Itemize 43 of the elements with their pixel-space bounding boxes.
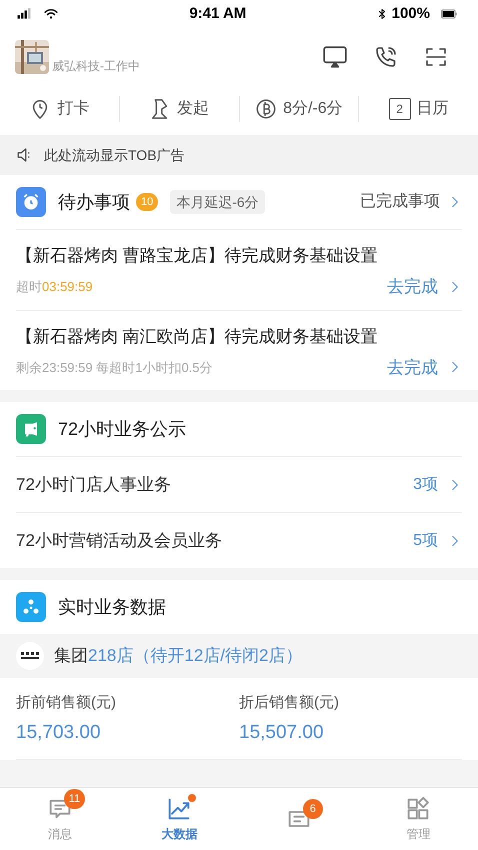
alarm-clock-icon bbox=[16, 187, 46, 217]
group-summary: 集团218店（待开12店/待闭2店） bbox=[54, 645, 302, 668]
metric-value: 15,507.00 bbox=[239, 720, 325, 744]
task-deadline: 剩余23:59:59 每超时1小时扣0.5分 bbox=[16, 358, 213, 376]
task-deadline: 超时03:59:59 bbox=[16, 278, 93, 296]
ad-text: 此处流动显示TOB广告 bbox=[44, 146, 185, 164]
metric-label: 折前销售额(元) bbox=[16, 693, 117, 713]
delay-tag: 本月延迟-6分 bbox=[170, 190, 265, 214]
row-label: 72小时门店人事业务 bbox=[16, 474, 171, 496]
battery-percentage: 100% bbox=[392, 4, 430, 24]
logo-icon bbox=[16, 642, 44, 670]
count-badge: 10 bbox=[136, 193, 158, 211]
notice-row[interactable]: 72小时营销活动及会员业务 5项 bbox=[16, 512, 462, 568]
tab[interactable]: 大数据 bbox=[120, 788, 239, 850]
task-title: 【新石器烤肉 南汇欧尚店】待完成财务基础设置 bbox=[16, 326, 379, 348]
wifi-icon bbox=[42, 7, 60, 21]
company-status: 威弘科技-工作中 bbox=[52, 60, 140, 74]
monitor-icon bbox=[322, 44, 348, 70]
quick-action-button[interactable]: 发起 bbox=[120, 97, 238, 121]
section-title: 72小时业务公示 bbox=[58, 418, 186, 440]
call-button[interactable] bbox=[374, 44, 398, 68]
metric-label: 折后销售额(元) bbox=[239, 693, 340, 713]
coin-icon bbox=[255, 98, 278, 120]
calendar-icon: 2 bbox=[388, 98, 411, 120]
megaphone-icon bbox=[16, 414, 46, 444]
quick-action-button[interactable]: 打卡 bbox=[0, 97, 119, 121]
item-count: 3项 bbox=[413, 474, 438, 494]
quick-action-button[interactable]: 8分/-6分 bbox=[240, 97, 358, 121]
status-time: 9:41 AM bbox=[189, 4, 246, 24]
quick-action-button[interactable]: 2 日历 bbox=[359, 97, 478, 121]
section-title: 待办事项 bbox=[58, 190, 130, 214]
section-title: 实时业务数据 bbox=[58, 596, 166, 618]
screen-cast-button[interactable] bbox=[322, 44, 348, 70]
notification-badge: 6 bbox=[302, 799, 323, 819]
task-title: 【新石器烤肉 曹路宝龙店】待完成财务基础设置 bbox=[16, 245, 379, 267]
completed-items-link[interactable]: 已完成事项 bbox=[360, 190, 462, 214]
metric-value: 15,703.00 bbox=[16, 720, 102, 744]
network-icon bbox=[16, 592, 46, 622]
row-label: 72小时营销活动及会员业务 bbox=[16, 530, 222, 552]
notification-badge: 11 bbox=[64, 789, 86, 809]
phone-icon bbox=[374, 44, 398, 68]
item-count: 5项 bbox=[413, 530, 438, 550]
notice-row[interactable]: 72小时门店人事业务 3项 bbox=[16, 456, 462, 512]
